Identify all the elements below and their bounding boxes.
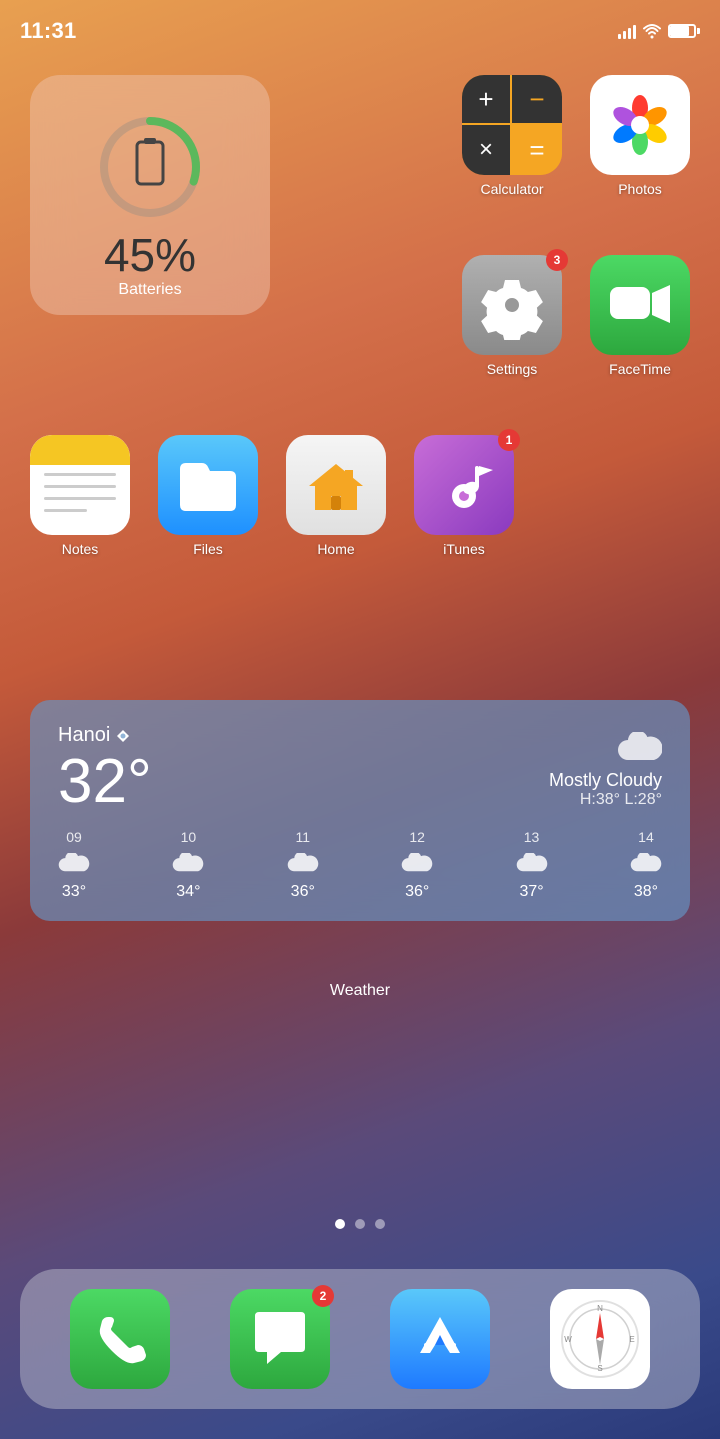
page-dots bbox=[0, 1219, 720, 1229]
messages-dock-icon[interactable]: 2 bbox=[230, 1289, 330, 1389]
forecast-item: 09 33° bbox=[58, 829, 90, 901]
phone-dock-app[interactable] bbox=[70, 1289, 170, 1389]
app-row-3: Notes Files Home bbox=[30, 435, 514, 557]
itunes-icon[interactable]: 1 bbox=[414, 435, 514, 535]
forecast-hour: 10 bbox=[181, 829, 197, 845]
forecast-item: 13 37° bbox=[516, 829, 548, 901]
weather-description: Mostly Cloudy bbox=[549, 770, 662, 791]
weather-forecast: 09 33° 10 34° 11 36° 12 36° 13 37° 14 3 bbox=[58, 829, 662, 901]
forecast-item: 12 36° bbox=[401, 829, 433, 901]
weather-high-low: H:38° L:28° bbox=[549, 791, 662, 809]
forecast-cloud-icon bbox=[172, 853, 204, 875]
app-row-1: + − × = Calculator bbox=[462, 75, 690, 197]
notes-label: Notes bbox=[62, 541, 99, 557]
forecast-cloud-icon bbox=[58, 853, 90, 875]
notes-app[interactable]: Notes bbox=[30, 435, 130, 557]
battery-percent-label: 45% bbox=[104, 232, 196, 278]
status-bar: 11:31 bbox=[0, 0, 720, 50]
home-label: Home bbox=[317, 541, 354, 557]
status-time: 11:31 bbox=[20, 18, 77, 44]
battery-ring bbox=[95, 112, 205, 222]
calculator-icon[interactable]: + − × = bbox=[462, 75, 562, 175]
itunes-label: iTunes bbox=[443, 541, 485, 557]
forecast-temp: 38° bbox=[634, 883, 658, 901]
forecast-temp: 33° bbox=[62, 883, 86, 901]
page-dot-1[interactable] bbox=[335, 1219, 345, 1229]
forecast-hour: 12 bbox=[409, 829, 425, 845]
wifi-icon bbox=[642, 23, 662, 39]
weather-temperature: 32° bbox=[58, 751, 152, 813]
forecast-hour: 14 bbox=[638, 829, 654, 845]
forecast-cloud-icon bbox=[401, 853, 433, 875]
files-app[interactable]: Files bbox=[158, 435, 258, 557]
battery-icon bbox=[668, 24, 700, 38]
facetime-icon[interactable] bbox=[590, 255, 690, 355]
phone-dock-icon[interactable] bbox=[70, 1289, 170, 1389]
batteries-widget[interactable]: 45% Batteries bbox=[30, 75, 270, 315]
svg-text:N: N bbox=[597, 1304, 603, 1313]
signal-bars-icon bbox=[618, 23, 636, 39]
notes-icon[interactable] bbox=[30, 435, 130, 535]
app-row-2: 3 Settings FaceTime bbox=[462, 255, 690, 377]
calculator-app[interactable]: + − × = Calculator bbox=[462, 75, 562, 197]
forecast-hour: 09 bbox=[66, 829, 82, 845]
forecast-temp: 36° bbox=[405, 883, 429, 901]
settings-badge: 3 bbox=[546, 249, 568, 271]
forecast-item: 11 36° bbox=[287, 829, 319, 901]
home-icon[interactable] bbox=[286, 435, 386, 535]
messages-badge: 2 bbox=[312, 1285, 334, 1307]
forecast-hour: 11 bbox=[296, 829, 311, 845]
dock: 2 bbox=[20, 1269, 700, 1409]
home-app[interactable]: Home bbox=[286, 435, 386, 557]
forecast-item: 14 38° bbox=[630, 829, 662, 901]
forecast-cloud-icon bbox=[516, 853, 548, 875]
batteries-widget-label: Batteries bbox=[30, 281, 270, 299]
location-icon bbox=[116, 729, 130, 743]
page-dot-3[interactable] bbox=[375, 1219, 385, 1229]
appstore-dock-icon[interactable] bbox=[390, 1289, 490, 1389]
files-icon[interactable] bbox=[158, 435, 258, 535]
itunes-badge: 1 bbox=[498, 429, 520, 451]
svg-text:W: W bbox=[564, 1335, 572, 1344]
itunes-app[interactable]: 1 iTunes bbox=[414, 435, 514, 557]
weather-widget-label: Weather bbox=[0, 982, 720, 1000]
weather-widget[interactable]: Hanoi 32° Mostly Cloudy H:38° L:28° bbox=[30, 700, 690, 921]
settings-label: Settings bbox=[487, 361, 538, 377]
forecast-temp: 37° bbox=[519, 883, 543, 901]
forecast-hour: 13 bbox=[524, 829, 540, 845]
facetime-app[interactable]: FaceTime bbox=[590, 255, 690, 377]
weather-cloud-icon bbox=[618, 732, 662, 764]
status-icons bbox=[618, 23, 700, 39]
svg-text:S: S bbox=[597, 1364, 602, 1373]
safari-dock-app[interactable]: N S W E bbox=[550, 1289, 650, 1389]
forecast-temp: 34° bbox=[176, 883, 200, 901]
page-dot-2[interactable] bbox=[355, 1219, 365, 1229]
facetime-label: FaceTime bbox=[609, 361, 671, 377]
forecast-item: 10 34° bbox=[172, 829, 204, 901]
calculator-label: Calculator bbox=[480, 181, 543, 197]
forecast-cloud-icon bbox=[287, 853, 319, 875]
settings-icon[interactable]: 3 bbox=[462, 255, 562, 355]
photos-icon[interactable] bbox=[590, 75, 690, 175]
settings-app[interactable]: 3 Settings bbox=[462, 255, 562, 377]
messages-dock-app[interactable]: 2 bbox=[230, 1289, 330, 1389]
forecast-temp: 36° bbox=[291, 883, 315, 901]
appstore-dock-app[interactable] bbox=[390, 1289, 490, 1389]
weather-city: Hanoi bbox=[58, 724, 152, 747]
files-label: Files bbox=[193, 541, 223, 557]
forecast-cloud-icon bbox=[630, 853, 662, 875]
svg-text:E: E bbox=[629, 1335, 634, 1344]
safari-dock-icon[interactable]: N S W E bbox=[550, 1289, 650, 1389]
photos-app[interactable]: Photos bbox=[590, 75, 690, 197]
photos-label: Photos bbox=[618, 181, 662, 197]
